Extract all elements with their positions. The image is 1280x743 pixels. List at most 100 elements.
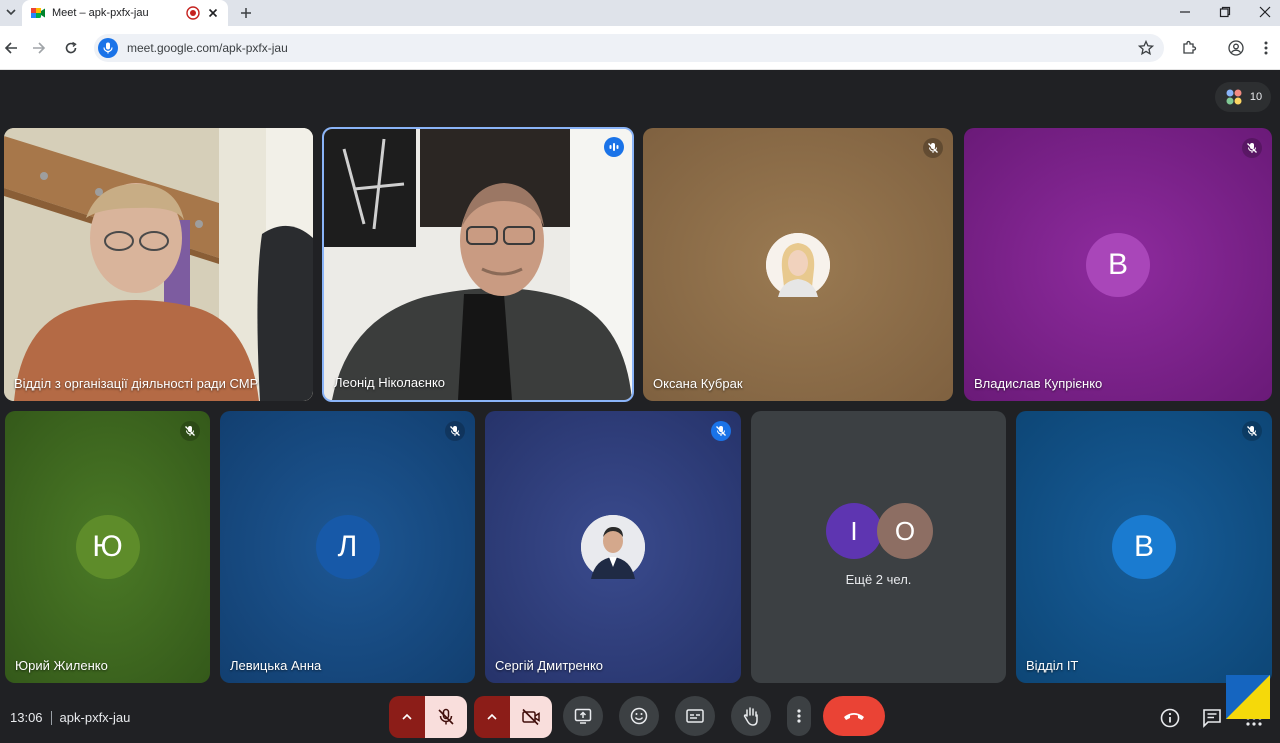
browser-menu-button[interactable] xyxy=(1257,39,1275,57)
mic-off-icon xyxy=(438,708,454,725)
emoji-icon xyxy=(630,707,648,725)
mic-off-indicator xyxy=(180,421,200,441)
browser-tab-meet[interactable]: Meet – apk-pxfx-jau xyxy=(22,0,228,26)
microphone-control xyxy=(389,696,467,738)
bookmark-star-icon[interactable] xyxy=(1138,40,1154,56)
mic-off-icon xyxy=(1247,143,1257,153)
present-button[interactable] xyxy=(563,696,603,736)
back-button[interactable] xyxy=(0,37,22,59)
reload-icon xyxy=(65,41,77,54)
browser-tab-strip: Meet – apk-pxfx-jau xyxy=(0,0,1280,26)
leave-call-button[interactable] xyxy=(823,696,885,736)
plus-icon xyxy=(241,8,251,18)
more-options-button[interactable] xyxy=(787,696,811,736)
tab-title: Meet – apk-pxfx-jau xyxy=(52,7,149,19)
participant-name: Відділ з організації діяльності ради СМР xyxy=(14,376,259,391)
avatar xyxy=(581,515,645,579)
restore-icon xyxy=(1219,6,1231,18)
raise-hand-icon xyxy=(743,707,758,726)
speaking-indicator xyxy=(604,137,624,157)
meeting-details: 13:06 apk-pxfx-jau xyxy=(10,710,130,725)
chevron-down-icon xyxy=(6,9,16,16)
participant-name: Оксана Кубрак xyxy=(653,376,743,391)
close-icon xyxy=(208,8,218,18)
chat-icon xyxy=(1203,709,1221,728)
people-icon xyxy=(1226,89,1242,105)
audio-wave-icon xyxy=(609,143,619,151)
avatar xyxy=(766,232,830,297)
participant-name: Левицька Анна xyxy=(230,658,322,673)
participant-tile[interactable]: Відділ з організації діяльності ради СМР xyxy=(4,128,313,401)
avatar: Ю xyxy=(75,515,140,579)
meet-stage: 10 Відділ з організації діяльності ради … xyxy=(0,70,1280,743)
participant-tile[interactable]: В Відділ IT xyxy=(1016,411,1272,683)
reload-button[interactable] xyxy=(60,37,82,59)
chevron-up-icon xyxy=(487,713,497,720)
chevron-up-icon xyxy=(402,713,412,720)
minimize-button[interactable] xyxy=(1170,2,1200,22)
maximize-button[interactable] xyxy=(1210,2,1240,22)
mic-off-icon xyxy=(716,426,726,436)
participant-name: Юрий Жиленко xyxy=(15,658,108,673)
participant-tile[interactable]: Оксана Кубрак xyxy=(643,128,953,401)
mic-icon xyxy=(103,42,113,54)
participant-tile-speaking[interactable]: Леонід Ніколаєнко xyxy=(322,127,634,402)
account-icon xyxy=(1228,40,1244,56)
close-tab-button[interactable] xyxy=(206,6,220,20)
audio-settings-button[interactable] xyxy=(389,696,425,738)
close-window-button[interactable] xyxy=(1250,2,1280,22)
mic-off-indicator xyxy=(445,421,465,441)
profile-photo xyxy=(581,515,645,579)
divider xyxy=(50,710,52,725)
mic-off-icon xyxy=(928,143,938,153)
url-text: meet.google.com/apk-pxfx-jau xyxy=(127,41,288,55)
google-meet-icon xyxy=(30,5,46,21)
camera-control xyxy=(474,696,552,738)
avatar: Л xyxy=(315,515,380,579)
arrow-right-icon xyxy=(33,42,46,54)
present-screen-icon xyxy=(574,708,592,724)
tab-search-button[interactable] xyxy=(0,2,22,22)
participant-tile[interactable]: Ю Юрий Жиленко xyxy=(5,411,210,683)
video-settings-button[interactable] xyxy=(474,696,510,738)
participant-video xyxy=(4,128,313,401)
mic-off-icon xyxy=(450,426,460,436)
mic-toggle-button[interactable] xyxy=(425,696,467,738)
participant-name: Владислав Купрієнко xyxy=(974,376,1103,391)
minimize-icon xyxy=(1180,11,1190,13)
participants-button[interactable]: 10 xyxy=(1215,82,1271,112)
camera-toggle-button[interactable] xyxy=(510,696,552,738)
participant-tile[interactable]: Л Левицька Анна xyxy=(220,411,475,683)
new-tab-button[interactable] xyxy=(236,4,256,22)
overflow-participants-tile[interactable]: І О Ещё 2 чел. xyxy=(751,411,1006,683)
reactions-button[interactable] xyxy=(619,696,659,736)
mic-off-icon xyxy=(185,426,195,436)
site-info-button[interactable] xyxy=(98,38,118,58)
participant-tile[interactable]: Сергій Дмитренко xyxy=(485,411,741,683)
meeting-info-button[interactable] xyxy=(1159,707,1181,729)
captions-button[interactable] xyxy=(675,696,715,736)
more-participants-label: Ещё 2 чел. xyxy=(845,572,912,587)
mic-off-icon xyxy=(1247,426,1257,436)
mic-off-indicator xyxy=(711,421,731,441)
profile-button[interactable] xyxy=(1227,39,1245,57)
participant-tile[interactable]: В Владислав Купрієнко xyxy=(964,128,1272,401)
mic-off-indicator xyxy=(1242,138,1262,158)
clock: 13:06 xyxy=(10,710,43,725)
avatar: В xyxy=(1086,232,1150,297)
participant-name: Відділ IT xyxy=(1026,658,1079,673)
participant-count: 10 xyxy=(1249,91,1263,103)
browser-toolbar: meet.google.com/apk-pxfx-jau xyxy=(0,26,1280,70)
mic-off-indicator xyxy=(1242,421,1262,441)
puzzle-icon xyxy=(1183,40,1197,54)
raise-hand-button[interactable] xyxy=(731,696,771,736)
meeting-code: apk-pxfx-jau xyxy=(59,710,131,725)
info-icon xyxy=(1160,708,1180,728)
address-bar[interactable]: meet.google.com/apk-pxfx-jau xyxy=(94,34,1164,62)
extensions-button[interactable] xyxy=(1180,39,1198,57)
participant-name: Сергій Дмитренко xyxy=(495,658,604,673)
channel-logo xyxy=(1226,675,1270,719)
chat-button[interactable] xyxy=(1201,707,1223,729)
forward-button[interactable] xyxy=(28,37,50,59)
more-vert-icon xyxy=(797,709,801,723)
